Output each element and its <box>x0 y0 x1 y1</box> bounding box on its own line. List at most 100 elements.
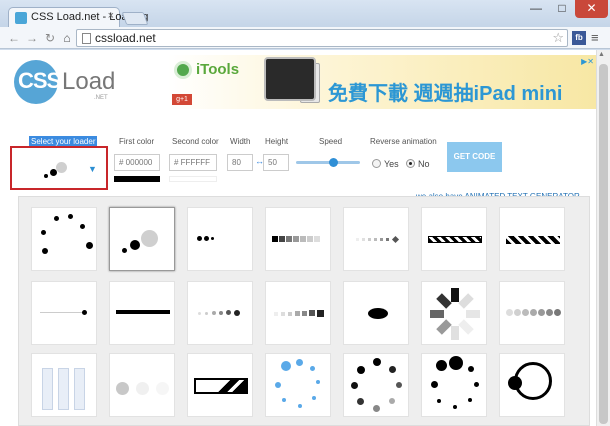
loader-dot <box>449 356 463 370</box>
vertical-scrollbar[interactable] <box>596 50 610 426</box>
star-icon[interactable]: ☆ <box>552 30 564 46</box>
new-tab-button[interactable] <box>121 12 149 25</box>
loader-spoke <box>451 288 459 302</box>
adchoices-icon[interactable]: ▶✕ <box>581 57 594 66</box>
loader-tile[interactable] <box>187 353 253 417</box>
url-input[interactable] <box>95 31 535 45</box>
loader-tile[interactable] <box>187 281 253 345</box>
loader-dot <box>546 309 553 316</box>
loader-tile[interactable] <box>343 207 409 271</box>
maximize-button[interactable]: □ <box>549 0 575 18</box>
width-input[interactable] <box>227 154 253 171</box>
loader-dot <box>82 310 87 315</box>
loader-dot <box>282 398 286 402</box>
loader-tile[interactable] <box>421 281 487 345</box>
chevron-down-icon[interactable]: ▼ <box>88 164 97 174</box>
loader-dot <box>453 405 457 409</box>
browser-tab[interactable]: CSS Load.net - Loading × <box>8 7 148 27</box>
loader-bar <box>58 368 69 410</box>
loader-dot <box>522 309 529 316</box>
scroll-up-icon[interactable]: ▲ <box>598 51 605 58</box>
menu-icon[interactable]: ≡ <box>591 30 599 45</box>
loader-tile-selected[interactable] <box>109 207 175 271</box>
loader-tile[interactable] <box>265 353 331 417</box>
loader-square <box>272 236 278 242</box>
second-color-input[interactable] <box>169 154 217 171</box>
loader-dot <box>468 366 474 372</box>
reverse-no-radio[interactable] <box>406 159 415 168</box>
get-code-button[interactable]: GET CODE <box>447 142 502 172</box>
loader-square <box>293 236 299 242</box>
scrollbar-thumb[interactable] <box>599 64 608 424</box>
loader-dot <box>226 310 231 315</box>
loader-dot <box>204 236 209 241</box>
title-bar: CSS Load.net - Loading × — □ ✕ <box>0 0 610 27</box>
loader-tile[interactable] <box>265 281 331 345</box>
loader-bar <box>42 368 53 410</box>
loader-square <box>391 235 400 244</box>
loader-square <box>386 238 389 241</box>
loader-dot <box>357 366 365 374</box>
speed-slider-knob[interactable] <box>329 158 338 167</box>
itools-logo-icon <box>174 61 192 79</box>
loader-square <box>356 238 359 241</box>
loader-dot <box>436 360 447 371</box>
loader-dot <box>431 381 438 388</box>
favicon-icon <box>15 12 27 24</box>
loader-dot <box>506 309 513 316</box>
google-plus-button[interactable]: g+1 <box>172 94 192 105</box>
forward-icon[interactable]: → <box>24 30 40 46</box>
first-color-input[interactable] <box>114 154 160 171</box>
loader-tile[interactable] <box>109 353 175 417</box>
reverse-yes-radio[interactable] <box>372 159 381 168</box>
loader-dot <box>514 309 521 316</box>
loader-tile[interactable] <box>31 353 97 417</box>
preview-dot <box>56 162 67 173</box>
loader-tile[interactable] <box>109 281 175 345</box>
loader-tile[interactable] <box>31 207 97 271</box>
loader-dot <box>141 230 158 247</box>
loader-tile[interactable] <box>343 353 409 417</box>
loader-tile[interactable] <box>265 207 331 271</box>
close-window-button[interactable]: ✕ <box>575 0 608 18</box>
height-input[interactable] <box>263 154 289 171</box>
loader-square <box>317 310 324 317</box>
loader-square <box>374 238 377 241</box>
loader-dot <box>68 214 73 219</box>
loader-tile[interactable] <box>187 207 253 271</box>
speed-slider[interactable] <box>296 158 360 167</box>
loader-dot <box>80 224 85 229</box>
ad-banner[interactable]: iTools g+1 免費下載 週週抽iPad mini ▶✕ <box>168 55 596 109</box>
loader-tile[interactable] <box>499 207 565 271</box>
tab-close-icon[interactable]: × <box>108 10 114 22</box>
loader-dot <box>351 382 358 389</box>
loader-tile[interactable] <box>343 281 409 345</box>
loader-dot <box>41 230 46 235</box>
loader-dot <box>54 216 59 221</box>
first-color-swatch[interactable] <box>114 176 160 182</box>
loader-tile[interactable] <box>499 281 565 345</box>
home-icon[interactable]: ⌂ <box>59 30 75 46</box>
loader-dot <box>156 382 169 395</box>
loader-select[interactable]: ▼ <box>10 146 108 190</box>
minimize-button[interactable]: — <box>523 0 549 18</box>
loader-dot <box>205 312 208 315</box>
loader-dot <box>122 248 127 253</box>
loader-tile[interactable] <box>421 353 487 417</box>
loader-gallery <box>18 196 590 426</box>
back-icon[interactable]: ← <box>6 30 22 46</box>
browser-toolbar: ← → ↻ ⌂ ☆ fb ≡ <box>0 27 610 49</box>
address-bar[interactable]: ☆ <box>76 29 568 47</box>
speed-label: Speed <box>319 137 343 146</box>
reload-icon[interactable]: ↻ <box>42 30 58 46</box>
second-color-swatch[interactable] <box>169 176 217 182</box>
loader-spoke <box>458 319 474 335</box>
loader-tile[interactable] <box>421 207 487 271</box>
loader-tile[interactable] <box>31 281 97 345</box>
facebook-extension-icon[interactable]: fb <box>572 31 586 45</box>
loader-tile[interactable] <box>499 353 565 417</box>
reverse-yes-label: Yes <box>384 159 399 169</box>
loader-square <box>281 312 285 316</box>
site-logo[interactable]: CSS Load .NET <box>14 60 115 104</box>
loader-dot <box>310 366 315 371</box>
